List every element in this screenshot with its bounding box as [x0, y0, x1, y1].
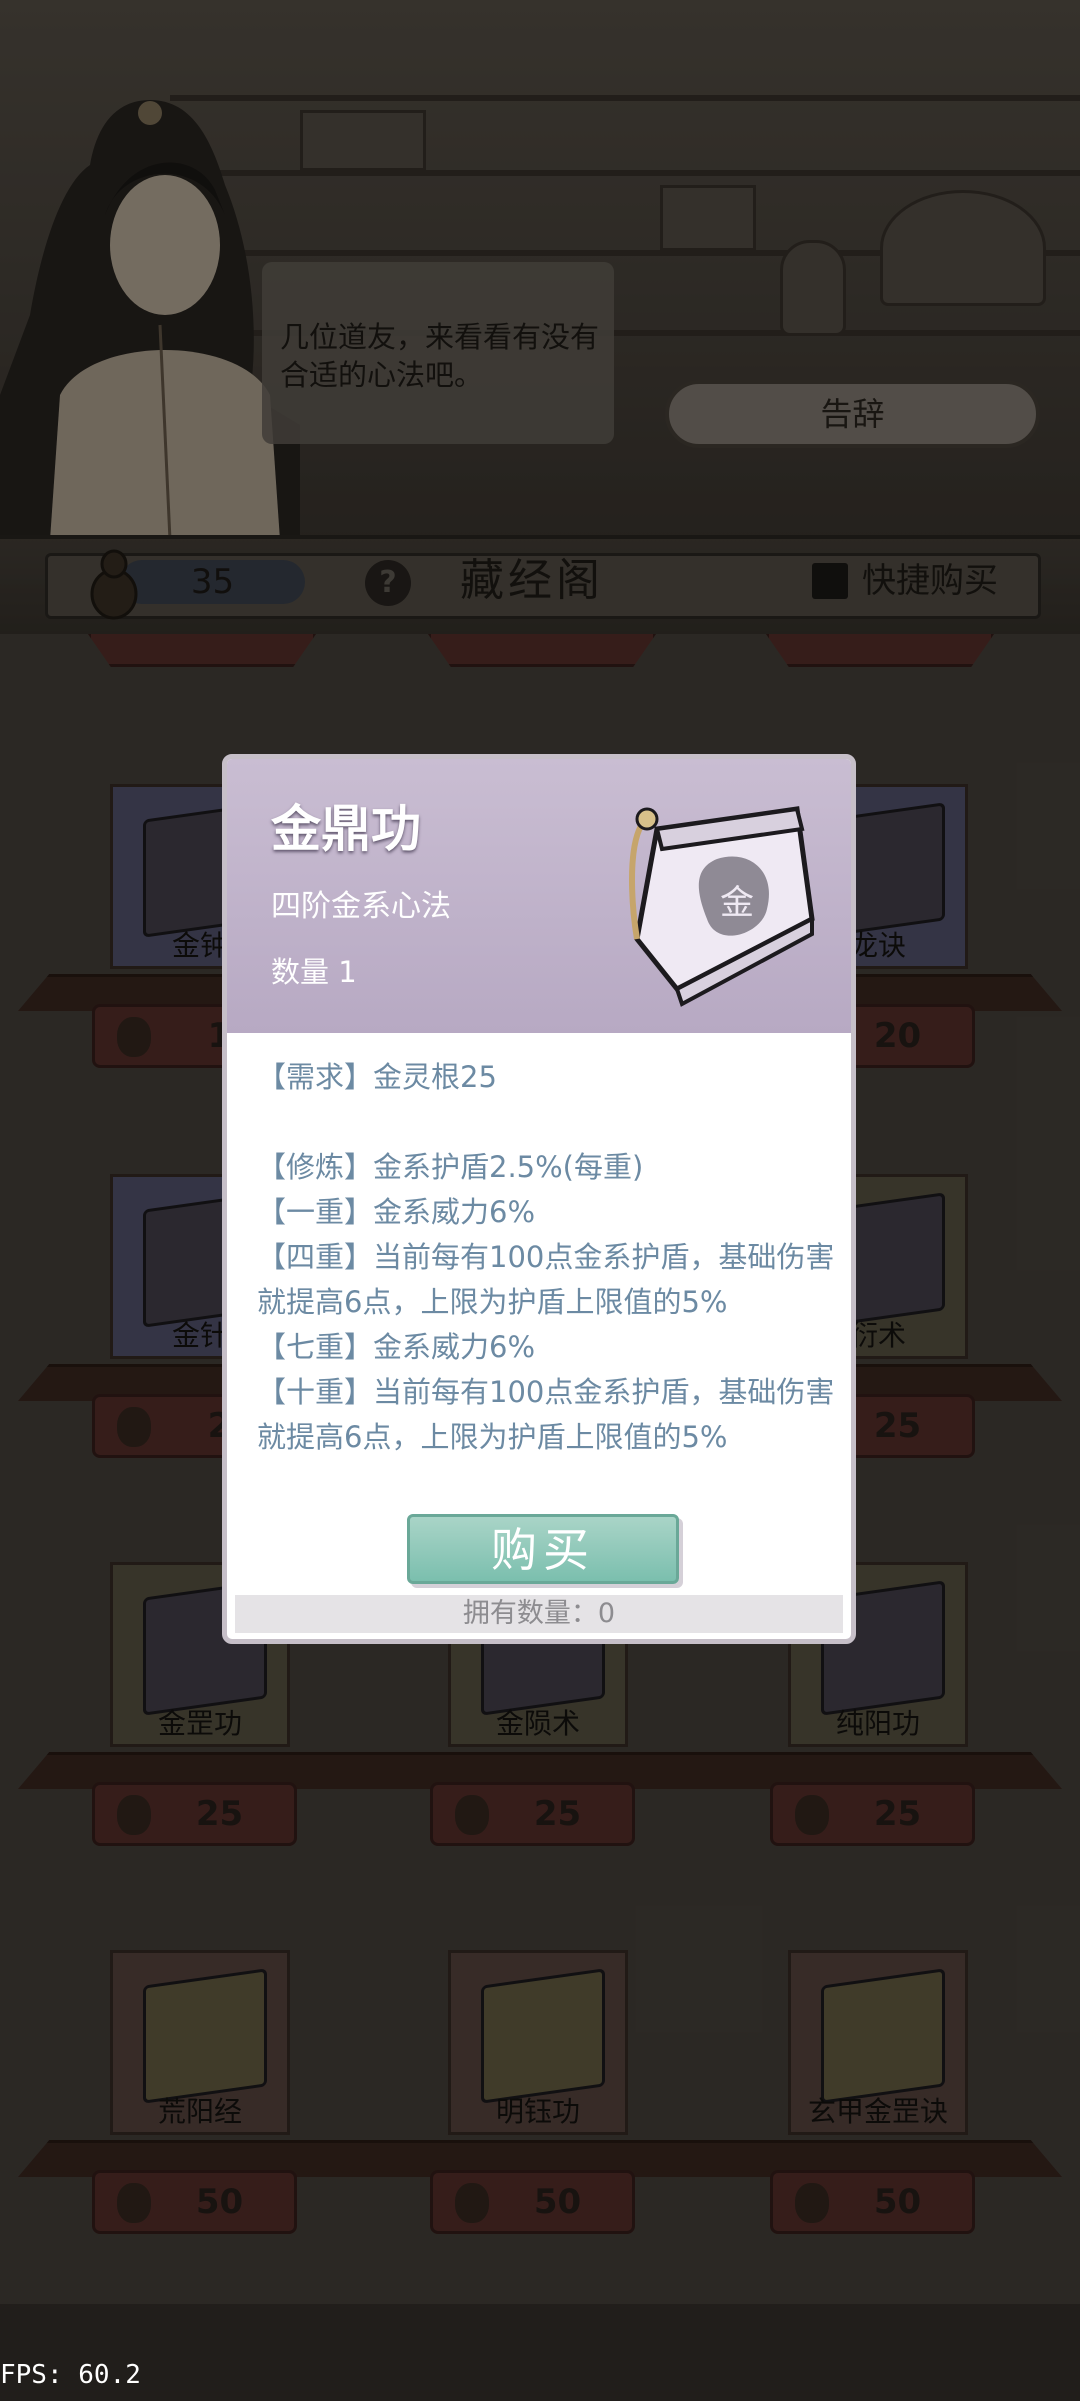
price-value: 25	[195, 1794, 244, 1834]
gourd-coin-icon	[117, 2183, 151, 2223]
book-name: 荒阳经	[157, 2095, 242, 2128]
price-tag-partial	[766, 634, 994, 667]
shop-title: 藏经阁	[460, 555, 604, 606]
book-subtitle: 四阶金系心法	[271, 889, 451, 924]
effect-line: 【七重】金系威力6%	[257, 1330, 536, 1364]
price-tag: 25	[92, 1782, 297, 1846]
gourd-coin-icon	[117, 1407, 151, 1447]
book-slot[interactable]: 荒阳经	[110, 1950, 290, 2135]
help-button[interactable]: ?	[365, 560, 411, 606]
price-tag: 50	[92, 2170, 297, 2234]
book-icon	[143, 1968, 267, 2104]
price-value: 25	[533, 1794, 582, 1834]
currency-counter: 35	[120, 560, 305, 604]
gourd-coin-icon	[455, 1795, 489, 1835]
quick-buy-label: 快捷购买	[862, 561, 998, 601]
quick-buy-checkbox[interactable]	[812, 563, 848, 599]
gourd-coin-icon	[117, 1017, 151, 1057]
price-value: 25	[873, 1794, 922, 1834]
price-value: 50	[873, 2182, 922, 2222]
owned-count: 拥有数量：0	[235, 1595, 843, 1633]
price-tag-partial	[88, 634, 316, 667]
book-name: 金罡功	[157, 1707, 242, 1740]
book-detail-modal: 金鼎功 四阶金系心法 数量 1 金 【需求】金灵根25 【修炼】金系护盾2.5%…	[222, 754, 856, 1644]
book-icon	[821, 1968, 945, 2104]
book-name: 玄甲金罡诀	[807, 2095, 948, 2128]
npc-portrait	[0, 100, 300, 540]
buy-button[interactable]: 购买	[407, 1514, 679, 1584]
book-glyph: 金	[720, 883, 754, 923]
price-tag: 25	[430, 1782, 635, 1846]
book-slot[interactable]: 明钰功	[448, 1950, 628, 2135]
book-slot[interactable]: 玄甲金罡诀	[788, 1950, 968, 2135]
gourd-coin-icon	[117, 1795, 151, 1835]
book-icon	[481, 1968, 605, 2104]
npc-dialogue-text: 几位道友，来看看有没有合适的心法吧。	[280, 320, 600, 392]
price-tag: 50	[430, 2170, 635, 2234]
effect-line: 【一重】金系威力6%	[257, 1195, 536, 1229]
book-icon: 金	[629, 806, 815, 1007]
book-name: 明钰功	[495, 2095, 580, 2128]
price-tag: 50	[770, 2170, 975, 2234]
book-effects: 【需求】金灵根25 【修炼】金系护盾2.5%(每重) 【一重】金系威力6% 【四…	[257, 1055, 837, 1460]
effect-line: 【十重】当前每有100点金系护盾，基础伤害就提高6点，上限为护盾上限值的5%	[257, 1375, 835, 1454]
effect-spacer	[257, 1100, 837, 1145]
price-tag-partial	[428, 634, 656, 667]
gourd-coin-icon	[795, 1795, 829, 1835]
price-tag: 25	[770, 1782, 975, 1846]
effect-line: 【四重】当前每有100点金系护盾，基础伤害就提高6点，上限为护盾上限值的5%	[257, 1240, 835, 1319]
gourd-coin-icon	[455, 2183, 489, 2223]
price-value: 50	[195, 2182, 244, 2222]
book-name: 纯阳功	[835, 1707, 920, 1740]
book-title: 金鼎功	[271, 800, 421, 858]
effect-line: 【修炼】金系护盾2.5%(每重)	[257, 1150, 644, 1184]
book-quantity: 数量 1	[271, 955, 357, 989]
fps-counter: FPS: 60.2	[0, 2360, 141, 2390]
gourd-coin-icon	[795, 2183, 829, 2223]
effect-line: 【需求】金灵根25	[257, 1060, 497, 1094]
price-value: 50	[533, 2182, 582, 2222]
book-name: 金陨术	[495, 1707, 580, 1740]
gourd-coin-icon	[90, 549, 138, 620]
farewell-button[interactable]: 告辞	[665, 380, 1040, 448]
